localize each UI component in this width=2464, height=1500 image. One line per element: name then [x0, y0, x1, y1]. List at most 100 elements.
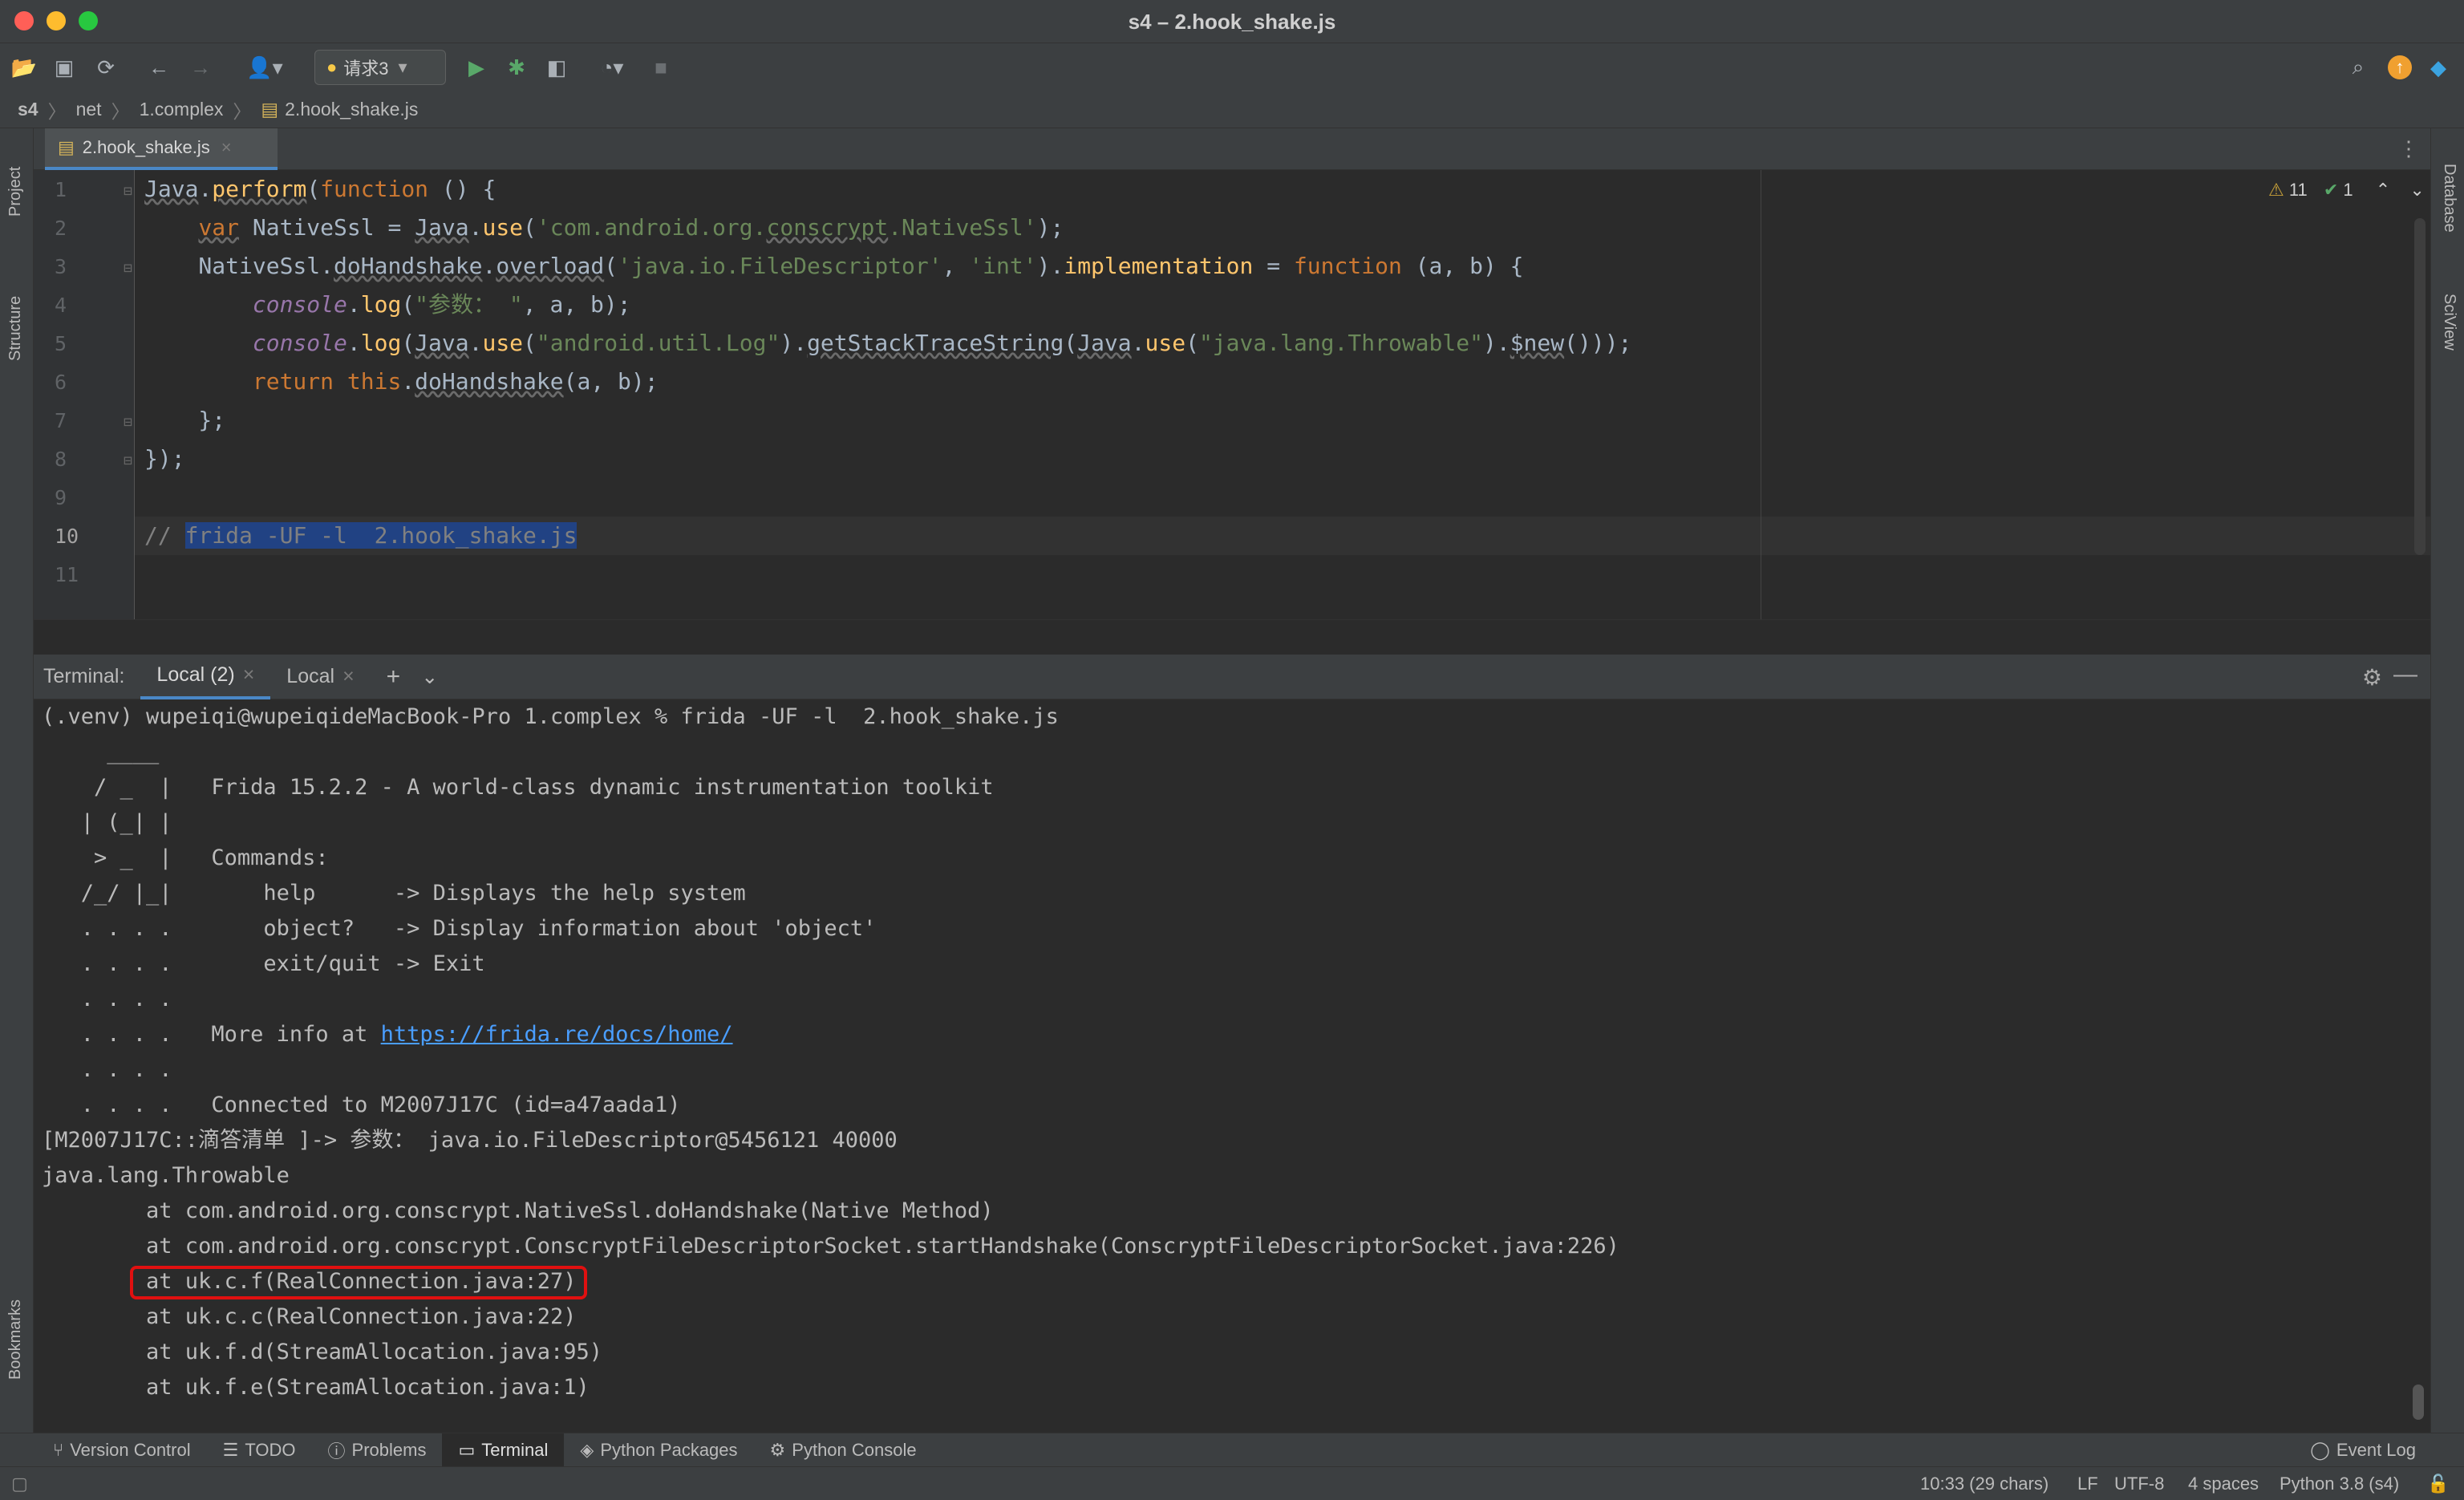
- left-tool-strip: Project Structure Bookmarks: [0, 128, 34, 1433]
- chevron-down-icon[interactable]: ⌄: [2409, 180, 2424, 200]
- close-icon[interactable]: ×: [243, 663, 255, 687]
- open-folder-icon[interactable]: 📂: [10, 53, 38, 82]
- terminal-line: [M2007J17C::滴答清单 ]-> 参数： java.io.FileDes…: [42, 1128, 898, 1153]
- chevron-down-icon[interactable]: ⌄: [416, 655, 443, 699]
- right-tool-strip: Database SciView: [2430, 128, 2464, 1433]
- sciview-tool-tab[interactable]: SciView: [2440, 294, 2458, 351]
- warning-icon: ⚠: [2268, 180, 2284, 200]
- tab-local[interactable]: Local ×: [270, 655, 370, 699]
- chevron-right-icon: 〉: [111, 100, 130, 122]
- code-line: return this.doHandshake(a, b);: [252, 368, 659, 395]
- tab-2-hook-shake-js[interactable]: ▤ 2.hook_shake.js ×: [45, 128, 278, 170]
- terminal-line: . . . . More info at https://frida.re/do…: [42, 1017, 733, 1052]
- todo-tool-button[interactable]: ☰ TODO: [207, 1433, 312, 1467]
- close-icon[interactable]: ×: [342, 665, 355, 688]
- code-line: console.log(Java.use("android.util.Log")…: [252, 330, 1632, 356]
- main-toolbar: 📂 ▣ ⟳ ← → 👤▾ ● 请求3 ▾ ▶ ✱ ◧ ◔▾ ■ ⌕ ↑ ◆: [0, 43, 2464, 91]
- version-control-tool-button[interactable]: ⑂ Version Control: [0, 1433, 207, 1467]
- terminal-line: /_/ |_| help -> Displays the help system: [42, 881, 746, 906]
- close-icon[interactable]: ×: [221, 137, 232, 158]
- info-icon: ⓘ: [327, 1441, 346, 1461]
- tab-label: 2.hook_shake.js: [82, 137, 210, 157]
- editor-scrollbar[interactable]: [2414, 218, 2426, 555]
- jetbrains-toolbox-icon[interactable]: ◆: [2424, 53, 2453, 82]
- line-number: 4: [55, 294, 67, 317]
- event-log-tool-button[interactable]: ◯ Event Log: [2294, 1433, 2432, 1467]
- user-dropdown-icon[interactable]: 👤▾: [241, 53, 289, 82]
- fold-icon[interactable]: ⊟: [124, 414, 132, 431]
- add-terminal-icon[interactable]: +: [371, 655, 417, 699]
- save-icon[interactable]: ▣: [50, 53, 79, 82]
- terminal-line: | (_| |: [42, 810, 172, 835]
- back-arrow-icon[interactable]: ←: [144, 53, 173, 82]
- list-icon: ☰: [222, 1439, 239, 1460]
- speech-bubble-icon: ◯: [2310, 1439, 2330, 1460]
- line-number: 5: [55, 332, 67, 355]
- indent-setting[interactable]: 4 spaces: [2188, 1474, 2259, 1494]
- breadcrumb-item[interactable]: 1.complex: [140, 99, 224, 120]
- line-separator[interactable]: LF: [2077, 1474, 2098, 1494]
- breadcrumb-item[interactable]: net: [76, 99, 102, 120]
- code-editor[interactable]: 1 2 3 4 5 6 7 8 9 10 11 ⊟ ⊟ ⊟ ⊟ Java.per…: [34, 170, 2430, 619]
- layers-icon: ◈: [580, 1439, 594, 1460]
- toggle-panels-icon[interactable]: ▢: [11, 1474, 28, 1494]
- file-encoding[interactable]: UTF-8: [2114, 1474, 2164, 1494]
- more-tabs-icon[interactable]: ⋮: [2398, 136, 2419, 161]
- lock-icon[interactable]: 🔓: [2427, 1474, 2449, 1494]
- line-number: 6: [55, 371, 67, 394]
- stop-icon[interactable]: ■: [646, 53, 675, 82]
- tab-local-2[interactable]: Local (2) ×: [140, 655, 271, 699]
- python-interpreter[interactable]: Python 3.8 (s4): [2280, 1474, 2399, 1494]
- terminal-line: . . . .: [42, 987, 172, 1011]
- structure-tool-tab[interactable]: Structure: [6, 296, 25, 361]
- search-icon[interactable]: ⌕: [2344, 53, 2373, 82]
- terminal-line: . . . . object? -> Display information a…: [42, 916, 877, 941]
- update-icon[interactable]: ↑: [2385, 53, 2414, 82]
- inspection-widget[interactable]: ⚠ 11 ✔ 1 ⌃ ⌄: [2268, 180, 2425, 201]
- gear-icon[interactable]: ⚙: [2362, 664, 2382, 691]
- breadcrumb-item[interactable]: s4: [18, 99, 38, 120]
- fold-icon[interactable]: ⊟: [124, 260, 132, 277]
- problems-tool-button[interactable]: ⓘ Problems: [312, 1433, 443, 1467]
- terminal-line: at uk.f.d(StreamAllocation.java:95): [42, 1340, 602, 1364]
- project-tool-tab[interactable]: Project: [6, 167, 25, 217]
- tool-label: Terminal: [481, 1439, 549, 1460]
- line-number: 7: [55, 409, 67, 432]
- status-bar: ▢ 10:33 (29 chars) LF UTF-8 4 spaces Pyt…: [0, 1466, 2464, 1500]
- panel-splitter[interactable]: [34, 619, 2430, 655]
- terminal-scrollbar[interactable]: [2413, 1384, 2424, 1420]
- forward-arrow-icon[interactable]: →: [186, 53, 215, 82]
- branch-icon: ⑂: [53, 1439, 64, 1460]
- python-console-tool-button[interactable]: ⚙ Python Console: [754, 1433, 933, 1467]
- fold-icon[interactable]: ⊟: [124, 183, 132, 200]
- breadcrumb-item[interactable]: 2.hook_shake.js: [285, 99, 418, 120]
- sync-icon[interactable]: ⟳: [91, 53, 120, 82]
- check-count: 1: [2343, 180, 2353, 200]
- bookmarks-tool-tab[interactable]: Bookmarks: [6, 1299, 25, 1380]
- terminal-output[interactable]: (.venv) wupeiqi@wupeiqideMacBook-Pro 1.c…: [34, 699, 2430, 1433]
- chevron-up-icon[interactable]: ⌃: [2376, 180, 2390, 200]
- frida-docs-link[interactable]: https://frida.re/docs/home/: [381, 1022, 733, 1047]
- debug-icon[interactable]: ✱: [502, 53, 531, 82]
- terminal-line: at uk.f.e(StreamAllocation.java:1): [42, 1375, 590, 1400]
- line-number-gutter: 1 2 3 4 5 6 7 8 9 10 11 ⊟ ⊟ ⊟ ⊟: [34, 170, 135, 619]
- fold-icon[interactable]: ⊟: [124, 452, 132, 469]
- terminal-line: at uk.c.c(RealConnection.java:22): [42, 1304, 577, 1329]
- line-number: 9: [55, 486, 67, 509]
- tool-label: Python Console: [792, 1439, 917, 1460]
- terminal-line: at com.android.org.conscrypt.ConscryptFi…: [42, 1234, 1619, 1259]
- run-icon[interactable]: ▶: [462, 53, 491, 82]
- python-packages-tool-button[interactable]: ◈ Python Packages: [564, 1433, 753, 1467]
- run-configuration-select[interactable]: ● 请求3 ▾: [314, 50, 446, 85]
- code-line: // frida -UF -l 2.hook_shake.js: [144, 522, 578, 549]
- terminal-tool-button[interactable]: ▭ Terminal: [442, 1433, 565, 1467]
- minimize-panel-icon[interactable]: —: [2393, 661, 2417, 688]
- profile-icon[interactable]: ◔▾: [584, 53, 640, 82]
- tool-label: Problems: [351, 1439, 427, 1460]
- chevron-down-icon: ▾: [398, 57, 407, 77]
- database-tool-tab[interactable]: Database: [2440, 164, 2458, 233]
- coverage-icon[interactable]: ◧: [542, 53, 571, 82]
- caret-position[interactable]: 10:33 (29 chars): [1920, 1474, 2049, 1494]
- python-icon: ⚙: [769, 1439, 786, 1460]
- editor-tab-bar: ▤ 2.hook_shake.js × ⋮: [34, 128, 2430, 170]
